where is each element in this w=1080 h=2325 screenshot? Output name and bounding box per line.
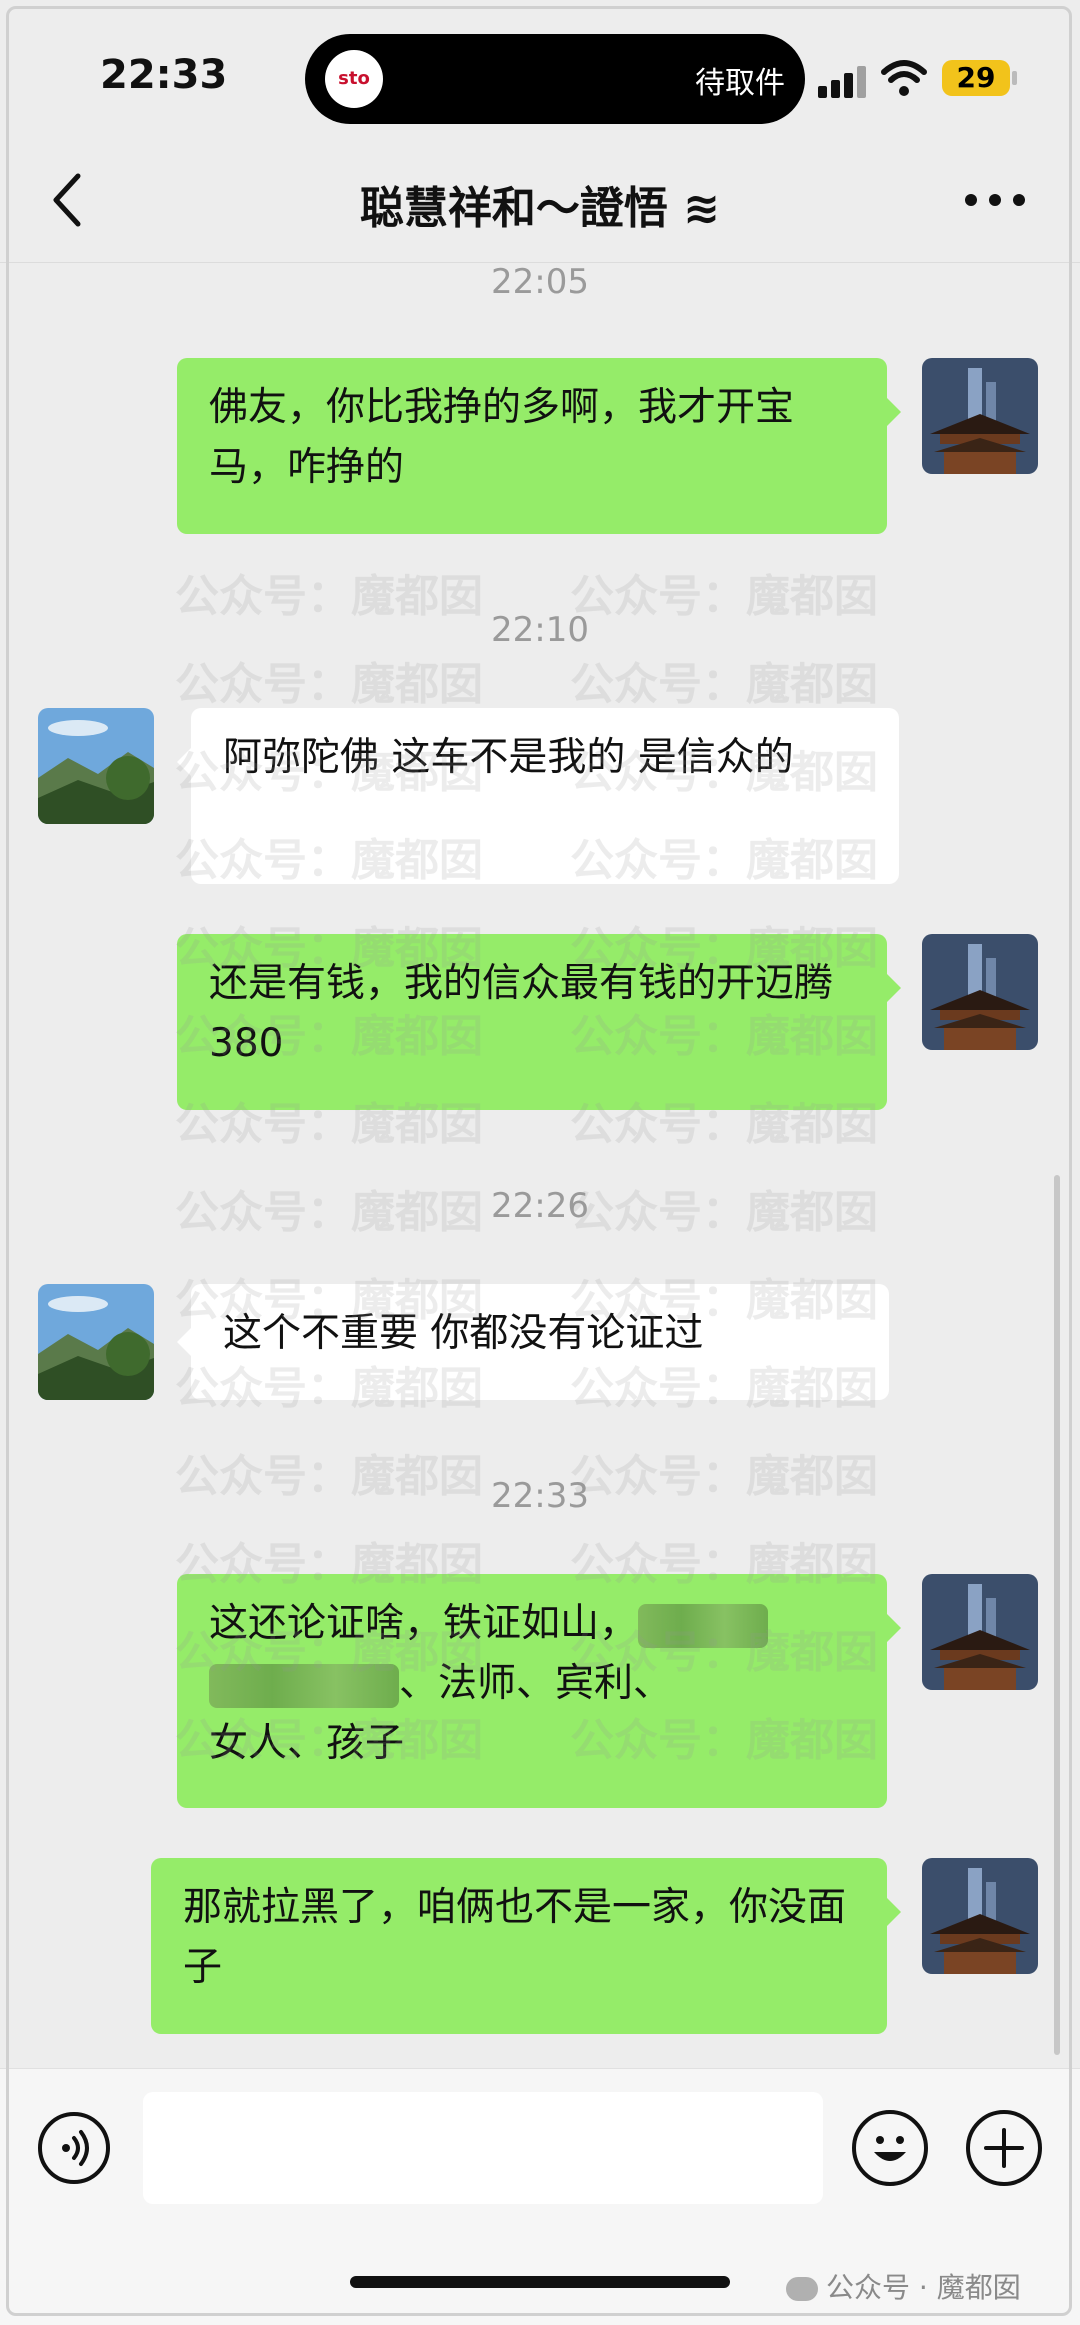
message-bubble-outgoing[interactable]: 这还论证啥，铁证如山， 、法师、宾利、 女人、孩子 xyxy=(177,1574,887,1808)
message-bubble-outgoing[interactable]: 佛友，你比我挣的多啊，我才开宝马，咋挣的 xyxy=(177,358,887,534)
emoji-button[interactable] xyxy=(852,2110,928,2186)
bubble-tail xyxy=(887,398,901,426)
contact-avatar[interactable] xyxy=(38,1284,154,1400)
redacted-blur xyxy=(209,1663,399,1708)
sto-express-logo: sto xyxy=(325,50,383,108)
temple-skyline-avatar-image xyxy=(922,358,1038,474)
more-options-button[interactable] xyxy=(965,190,1025,210)
message-text: 还是有钱，我的信众最有钱的开迈腾 380 xyxy=(209,961,834,1066)
message-input[interactable] xyxy=(143,2092,823,2204)
voice-icon xyxy=(62,2130,89,2166)
emoji-icon xyxy=(874,2136,906,2161)
bubble-tail xyxy=(177,748,191,776)
message-bubble-outgoing[interactable]: 那就拉黑了，咱俩也不是一家，你没面子 xyxy=(151,1858,887,2034)
message-timestamp: 22:33 xyxy=(491,1476,589,1516)
bubble-tail xyxy=(887,1614,901,1642)
status-time: 22:33 xyxy=(100,52,228,98)
message-text-line: 女人、孩子 xyxy=(209,1721,405,1766)
message-text-line: 这还论证啥，铁证如山， xyxy=(209,1594,855,1654)
self-avatar[interactable] xyxy=(922,358,1038,474)
message-timestamp: 22:26 xyxy=(491,1186,589,1226)
footer-watermark: 公众号 · 魔都囡 xyxy=(786,2266,1021,2306)
temple-skyline-avatar-image xyxy=(922,934,1038,1050)
message-bubble-outgoing[interactable]: 还是有钱，我的信众最有钱的开迈腾 380 xyxy=(177,934,887,1110)
watermark-text: 公众号：魔都囡 xyxy=(570,659,878,710)
message-timestamp: 22:05 xyxy=(491,262,589,302)
message-text-line: 、法师、宾利、 xyxy=(209,1654,855,1714)
self-avatar[interactable] xyxy=(922,934,1038,1050)
mountain-landscape-avatar-image xyxy=(38,1284,154,1400)
message-text: 佛友，你比我挣的多啊，我才开宝马，咋挣的 xyxy=(209,385,795,490)
more-dot-icon xyxy=(1013,194,1025,206)
chat-title: 聪慧祥和～證悟 ≋ xyxy=(359,183,721,234)
message-text: 那就拉黑了，咱俩也不是一家，你没面子 xyxy=(183,1885,847,1990)
plus-icon xyxy=(984,2128,1024,2168)
contact-avatar[interactable] xyxy=(38,708,154,824)
wechat-icon xyxy=(786,2277,818,2301)
message-timestamp: 22:10 xyxy=(491,610,589,650)
more-functions-button[interactable] xyxy=(966,2110,1042,2186)
mountain-landscape-avatar-image xyxy=(38,708,154,824)
bubble-tail xyxy=(177,1328,191,1356)
scrollbar[interactable] xyxy=(1054,1175,1060,2055)
self-avatar[interactable] xyxy=(922,1574,1038,1690)
home-indicator[interactable] xyxy=(350,2276,730,2288)
battery-indicator: 29 xyxy=(942,60,1010,96)
redacted-blur xyxy=(638,1603,769,1648)
live-activity-text: 待取件 xyxy=(695,66,785,101)
message-text: 阿弥陀佛 这车不是我的 是信众的 xyxy=(223,735,794,780)
message-bubble-incoming[interactable]: 这个不重要 你都没有论证过 xyxy=(191,1284,889,1400)
temple-skyline-avatar-image xyxy=(922,1574,1038,1690)
more-dot-icon xyxy=(989,194,1001,206)
message-bubble-incoming[interactable]: 阿弥陀佛 这车不是我的 是信众的 xyxy=(191,708,899,884)
dynamic-island[interactable]: sto 待取件 xyxy=(305,34,805,124)
temple-skyline-avatar-image xyxy=(922,1858,1038,1974)
voice-input-button[interactable] xyxy=(38,2112,110,2184)
cellular-signal-icon xyxy=(818,66,870,98)
more-dot-icon xyxy=(965,194,977,206)
bubble-tail xyxy=(887,974,901,1002)
wifi-icon xyxy=(880,58,928,98)
message-text: 这个不重要 你都没有论证过 xyxy=(223,1311,704,1356)
self-avatar[interactable] xyxy=(922,1858,1038,1974)
watermark-text: 公众号：魔都囡 xyxy=(175,659,483,710)
battery-tip xyxy=(1012,71,1017,85)
bubble-tail xyxy=(887,1898,901,1926)
